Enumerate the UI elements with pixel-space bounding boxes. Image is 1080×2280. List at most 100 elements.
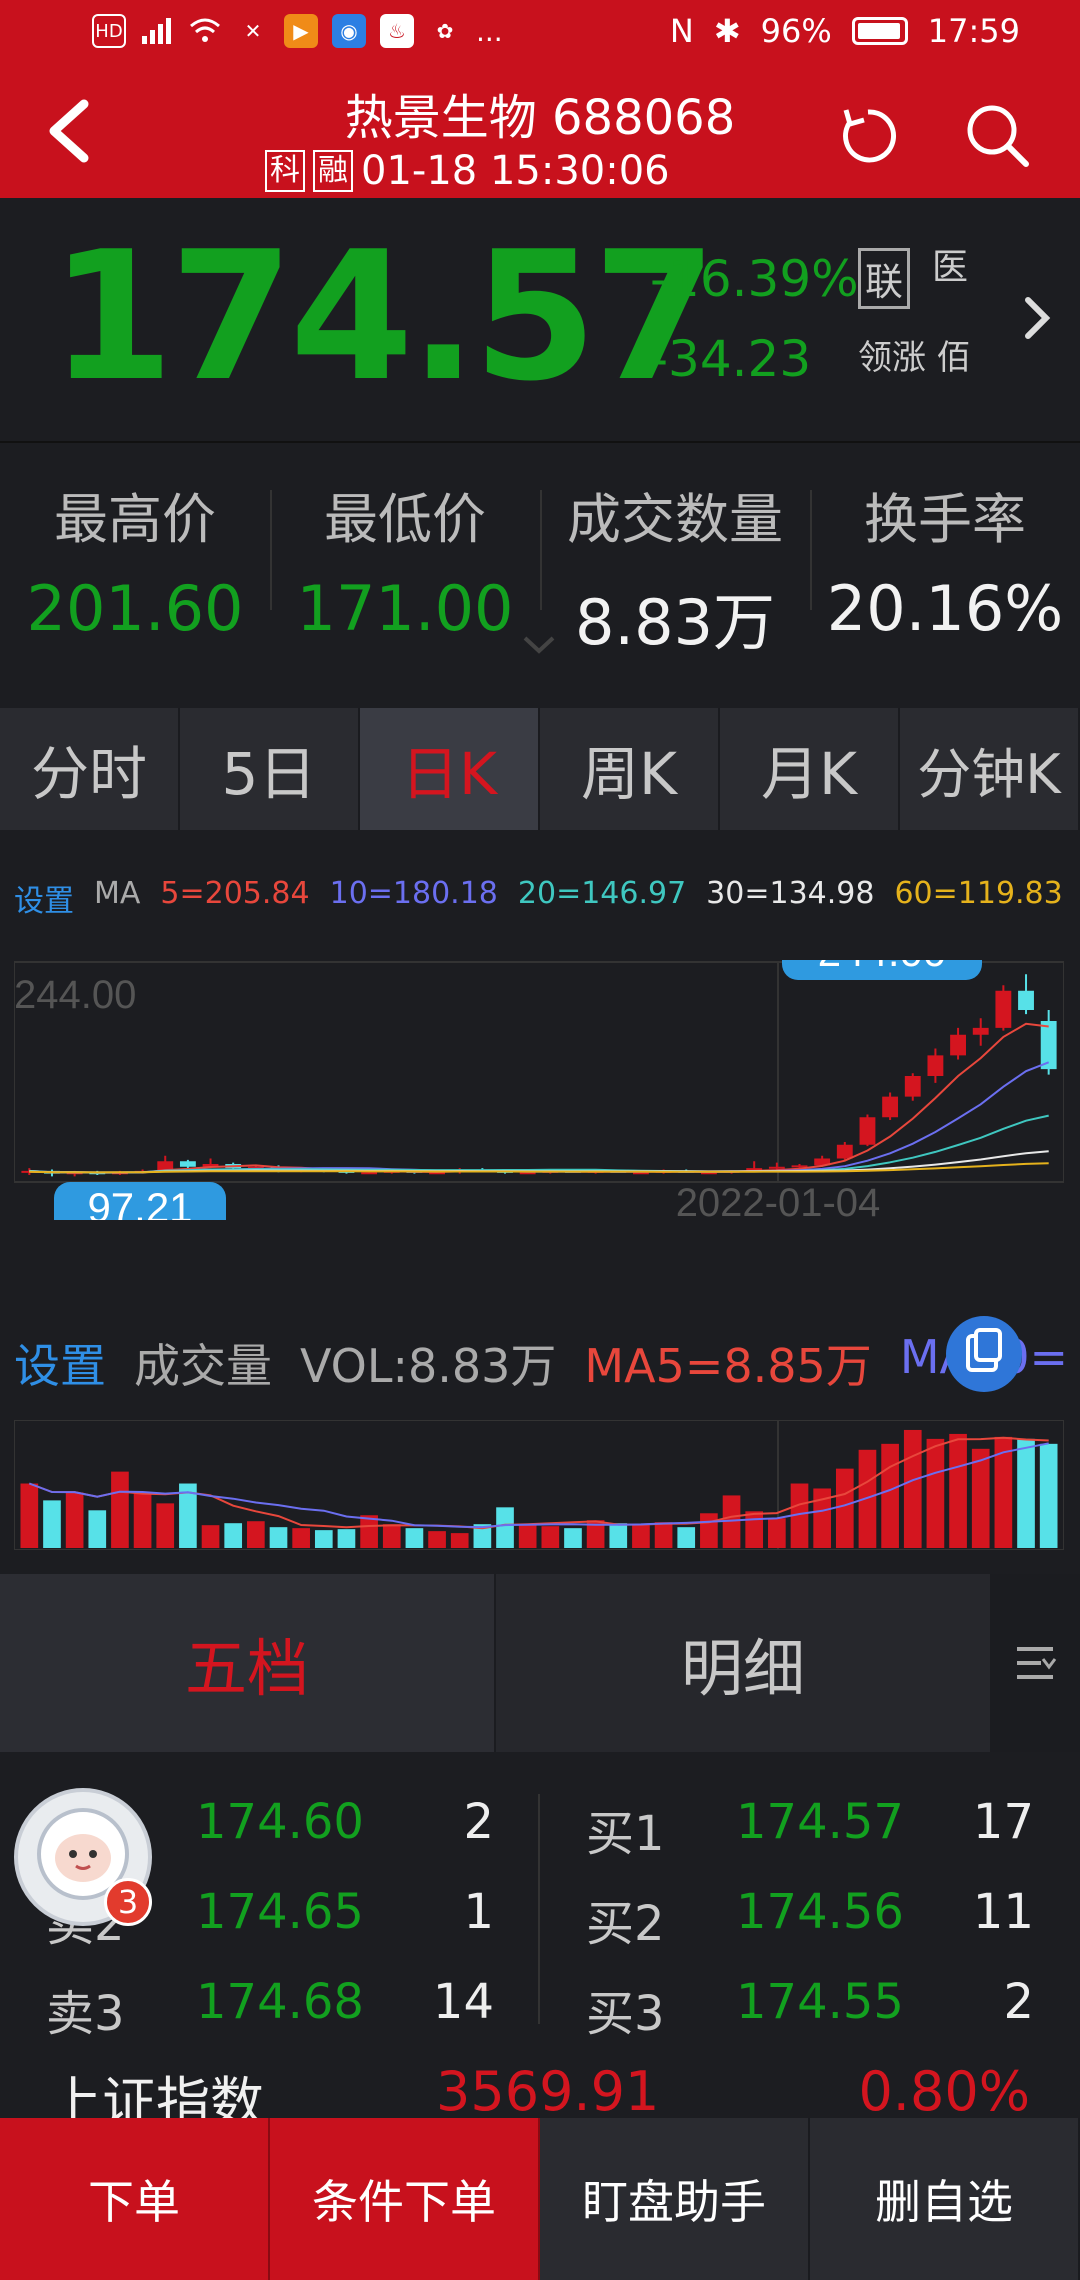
volume-bar [496, 1507, 514, 1548]
battery-percent: 96% [760, 12, 832, 50]
stat-high-label: 最高价 [54, 488, 216, 551]
watch-assistant-button[interactable]: 盯盘助手 [540, 2118, 810, 2280]
y-axis-high-label: 244.00 [14, 973, 136, 1017]
ma-settings-link[interactable]: 设置 [14, 876, 74, 920]
candle-body [836, 1144, 853, 1159]
ma60-value: 60=119.83 [894, 876, 1063, 911]
stock-header: 热景生物 688068 科 融 01-18 15:30:06 [0, 70, 1080, 198]
bluetooth-icon: ✱ [713, 12, 741, 50]
tab-daily-k[interactable]: 日K [360, 708, 540, 830]
search-icon[interactable] [962, 100, 1032, 170]
ma20-value: 20=146.97 [517, 876, 687, 911]
stats-panel: 最高价 201.60 最低价 171.00 成交数量 8.83万 换手率 20.… [0, 445, 1080, 685]
change-amount: -34.23 [650, 330, 812, 388]
ask1-price: 174.60 [196, 1794, 364, 1850]
volume-bar [224, 1523, 243, 1548]
stock-title: 热景生物 688068 [344, 90, 736, 146]
bid1-volume: 17 [972, 1794, 1034, 1850]
volume-bar [881, 1443, 899, 1548]
ask3-volume: 14 [432, 1974, 494, 2030]
tab-five-levels[interactable]: 五档 [0, 1574, 494, 1752]
expand-chevron-icon[interactable] [522, 635, 556, 655]
candle-body [950, 1034, 966, 1056]
candle-body [904, 1076, 921, 1097]
stat-turnover-label: 换手率 [864, 488, 1026, 551]
volume-bar [20, 1483, 39, 1548]
volume-bar [609, 1523, 628, 1548]
ma10-value: 10=180.18 [329, 876, 498, 911]
volume-bar [65, 1492, 84, 1548]
notification-badge: 3 [104, 1878, 152, 1926]
volume-bar [654, 1522, 673, 1548]
tab-intraday[interactable]: 分时 [0, 708, 180, 830]
status-bar: HD ✕ ▶ ◉ ♨ ✿ ... N ✱ 96% 17:59 [0, 0, 1080, 70]
bid3-label: 买3 [586, 1986, 665, 2042]
ma-label: MA [94, 876, 141, 911]
volume-bar [405, 1528, 424, 1548]
ma10-line [29, 1061, 1050, 1174]
volume-title: 成交量 [134, 1339, 272, 1393]
candlestick-chart[interactable]: 244.00 244.00 97.21 2022-01-04 [14, 960, 1064, 1220]
bid1-label: 买1 [586, 1806, 665, 1862]
floating-copy-button[interactable] [946, 1316, 1022, 1392]
more-icon: ... [476, 14, 503, 48]
tab-weekly-k[interactable]: 周K [540, 708, 720, 830]
bottom-action-bar: 下单 条件下单 盯盘助手 删自选 [0, 2118, 1080, 2280]
current-price: 174.57 [50, 213, 717, 420]
index-value: 3569.91 [436, 2060, 660, 2123]
candle-body [882, 1096, 899, 1118]
app-icon-red: ♨ [380, 14, 414, 48]
tab-minute-k[interactable]: 分钟K [900, 708, 1080, 830]
volume-bar [949, 1433, 967, 1548]
volume-bar [745, 1511, 764, 1548]
orderbook-tabs: 五档 明细 [0, 1574, 1080, 1752]
index-ticker[interactable]: 上证指数 3569.91 0.80% [0, 2052, 1080, 2134]
hd-icon: HD [92, 14, 126, 48]
candle-body [179, 1161, 196, 1167]
place-order-button[interactable]: 下单 [0, 2118, 270, 2280]
volume-bar [314, 1530, 333, 1548]
tab-trade-detail[interactable]: 明细 [496, 1574, 990, 1752]
index-percent: 0.80% [858, 2060, 1030, 2123]
candle-body [972, 1027, 989, 1035]
volume-legend: 设置 成交量 VOL:8.83万 MA5=8.85万 MA10= [14, 1330, 1080, 1396]
quote-datetime: 01-18 15:30:06 [361, 148, 670, 194]
volume-bars-group [20, 1429, 1058, 1548]
battery-icon [851, 17, 908, 45]
lian-badge: 联 [858, 248, 911, 309]
conditional-order-button[interactable]: 条件下单 [270, 2118, 540, 2280]
filter-menu-button[interactable] [990, 1574, 1080, 1752]
candle-body [995, 990, 1012, 1028]
sector-label: 医 [932, 247, 969, 288]
refresh-icon[interactable] [836, 104, 900, 168]
volume-bar [541, 1526, 560, 1548]
volume-bar [111, 1471, 129, 1548]
volume-bar [382, 1524, 401, 1548]
volume-bar [133, 1493, 152, 1548]
stat-high: 最高价 201.60 [0, 475, 270, 645]
volume-bar [337, 1529, 356, 1548]
volume-settings-link[interactable]: 设置 [14, 1330, 106, 1396]
remove-watchlist-button[interactable]: 删自选 [810, 2118, 1080, 2280]
volume-chart[interactable] [14, 1420, 1064, 1550]
volume-ma5: MA5=8.85万 [584, 1339, 872, 1393]
tab-monthly-k[interactable]: 月K [720, 708, 900, 830]
candle-body [768, 1166, 785, 1169]
bid1-price: 174.57 [736, 1794, 904, 1850]
stat-volume-label: 成交数量 [567, 488, 783, 551]
ma-legend: 设置 MA 5=205.84 10=180.18 20=146.97 30=13… [14, 876, 1063, 920]
clock: 17:59 [927, 12, 1020, 50]
price-panel[interactable]: 174.57 -16.39% -34.23 联 医 领涨 佰 [0, 198, 1080, 443]
bid2-volume: 11 [972, 1884, 1034, 1940]
volume-bar [700, 1513, 718, 1548]
candles-group [21, 974, 1057, 1177]
signal-icon [140, 14, 174, 48]
volume-bar [518, 1525, 537, 1548]
volume-bar [835, 1468, 854, 1548]
candle-body [859, 1117, 876, 1145]
bid2-label: 买2 [586, 1896, 665, 1952]
wifi-icon [188, 14, 222, 48]
tab-5day[interactable]: 5日 [180, 708, 360, 830]
chevron-right-icon[interactable] [1018, 288, 1058, 348]
period-tabs: 分时 5日 日K 周K 月K 分钟K [0, 708, 1080, 830]
